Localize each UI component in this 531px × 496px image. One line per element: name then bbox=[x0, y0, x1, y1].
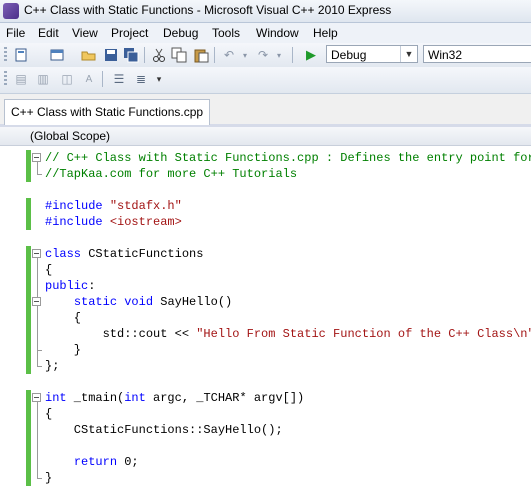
code-line[interactable]: static void SayHello() bbox=[45, 294, 531, 310]
undo-dropdown-icon[interactable]: ▾ bbox=[236, 46, 254, 64]
platform-select[interactable]: Win32 bbox=[423, 45, 531, 63]
code-line[interactable] bbox=[45, 438, 531, 454]
code-line[interactable]: std::cout << "Hello From Static Function… bbox=[45, 326, 531, 342]
code-line[interactable]: //TapKaa.com for more C++ Tutorials bbox=[45, 166, 531, 182]
scope-select[interactable]: (Global Scope) bbox=[30, 129, 110, 143]
paste-icon[interactable] bbox=[192, 46, 210, 64]
start-debugging-icon[interactable]: ▶ bbox=[302, 46, 320, 64]
code-line[interactable]: #include <iostream> bbox=[45, 214, 531, 230]
fold-line bbox=[37, 402, 38, 478]
menu-tools[interactable]: Tools bbox=[212, 26, 240, 40]
parameter-info-icon[interactable]: ▥ bbox=[34, 70, 52, 88]
menu-edit[interactable]: Edit bbox=[38, 26, 59, 40]
menu-file[interactable]: File bbox=[6, 26, 25, 40]
code-line[interactable] bbox=[45, 374, 531, 390]
navigation-bar: (Global Scope) bbox=[0, 127, 531, 146]
copy-icon[interactable] bbox=[170, 46, 188, 64]
code-line[interactable]: { bbox=[45, 406, 531, 422]
change-indicator bbox=[26, 390, 31, 486]
change-indicator bbox=[26, 150, 31, 182]
code-line[interactable]: // C++ Class with Static Functions.cpp :… bbox=[45, 150, 531, 166]
code-line[interactable]: #include "stdafx.h" bbox=[45, 198, 531, 214]
change-indicator bbox=[26, 198, 31, 230]
selection-margin bbox=[0, 146, 24, 496]
code-line[interactable] bbox=[45, 230, 531, 246]
code-line[interactable]: { bbox=[45, 262, 531, 278]
menu-view[interactable]: View bbox=[72, 26, 98, 40]
collapse-toggle[interactable] bbox=[32, 393, 41, 402]
code-line[interactable]: } bbox=[45, 342, 531, 358]
text-editor-toolbar: ▤ ▥ ◫ A ☰ ≣ ▾ bbox=[0, 67, 531, 94]
collapse-toggle[interactable] bbox=[32, 153, 41, 162]
menu-bar: File Edit View Project Debug Tools Windo… bbox=[0, 23, 531, 43]
toolbar-separator bbox=[292, 47, 293, 63]
complete-word-icon[interactable]: A bbox=[80, 70, 98, 88]
add-item-icon[interactable] bbox=[48, 46, 66, 64]
comment-out-icon[interactable]: ☰ bbox=[110, 70, 128, 88]
fold-line bbox=[37, 174, 42, 175]
code-line[interactable]: } bbox=[45, 470, 531, 486]
title-bar: C++ Class with Static Functions - Micros… bbox=[0, 0, 531, 23]
code-text[interactable]: // C++ Class with Static Functions.cpp :… bbox=[45, 150, 531, 486]
code-line[interactable]: CStaticFunctions::SayHello(); bbox=[45, 422, 531, 438]
toolbar-options-icon[interactable]: ▾ bbox=[150, 70, 168, 88]
redo-dropdown-icon[interactable]: ▾ bbox=[270, 46, 288, 64]
toolbar-grip[interactable] bbox=[4, 47, 7, 63]
menu-help[interactable]: Help bbox=[313, 26, 338, 40]
save-all-icon[interactable] bbox=[122, 46, 140, 64]
open-file-icon[interactable] bbox=[80, 46, 98, 64]
menu-window[interactable]: Window bbox=[256, 26, 299, 40]
toolbar-separator bbox=[144, 47, 145, 63]
list-members-icon[interactable]: ▤ bbox=[12, 70, 30, 88]
menu-debug[interactable]: Debug bbox=[163, 26, 198, 40]
standard-toolbar: ↶ ▾ ↷ ▾ ▶ Debug ▼ Win32 bbox=[0, 43, 531, 68]
document-tab-strip: C++ Class with Static Functions.cpp bbox=[0, 94, 531, 128]
fold-line bbox=[37, 366, 42, 367]
collapse-toggle[interactable] bbox=[32, 297, 41, 306]
code-line[interactable] bbox=[45, 182, 531, 198]
fold-line bbox=[37, 162, 38, 174]
save-icon[interactable] bbox=[102, 46, 120, 64]
fold-line bbox=[37, 306, 38, 350]
new-project-icon[interactable] bbox=[12, 46, 30, 64]
fold-line bbox=[37, 350, 42, 351]
code-line[interactable]: { bbox=[45, 310, 531, 326]
code-line[interactable]: class CStaticFunctions bbox=[45, 246, 531, 262]
toolbar-separator bbox=[102, 71, 103, 87]
change-indicator bbox=[26, 246, 31, 374]
window-title: C++ Class with Static Functions - Micros… bbox=[24, 3, 392, 17]
cut-icon[interactable] bbox=[150, 46, 168, 64]
tab-cpp-file[interactable]: C++ Class with Static Functions.cpp bbox=[4, 99, 211, 125]
chevron-down-icon: ▼ bbox=[400, 46, 417, 62]
platform-value: Win32 bbox=[428, 48, 463, 62]
configuration-select[interactable]: Debug ▼ bbox=[326, 45, 418, 63]
code-editor[interactable]: // C++ Class with Static Functions.cpp :… bbox=[0, 146, 531, 496]
toolbar-grip[interactable] bbox=[4, 71, 7, 87]
menu-project[interactable]: Project bbox=[111, 26, 148, 40]
code-line[interactable]: public: bbox=[45, 278, 531, 294]
collapse-toggle[interactable] bbox=[32, 249, 41, 258]
code-line[interactable]: return 0; bbox=[45, 454, 531, 470]
toolbar-separator bbox=[214, 47, 215, 63]
code-line[interactable]: int _tmain(int argc, _TCHAR* argv[]) bbox=[45, 390, 531, 406]
configuration-value: Debug bbox=[331, 48, 367, 62]
fold-line bbox=[37, 478, 42, 479]
quick-info-icon[interactable]: ◫ bbox=[58, 70, 76, 88]
code-line[interactable]: }; bbox=[45, 358, 531, 374]
visual-studio-icon bbox=[3, 3, 19, 19]
uncomment-icon[interactable]: ≣ bbox=[132, 70, 150, 88]
